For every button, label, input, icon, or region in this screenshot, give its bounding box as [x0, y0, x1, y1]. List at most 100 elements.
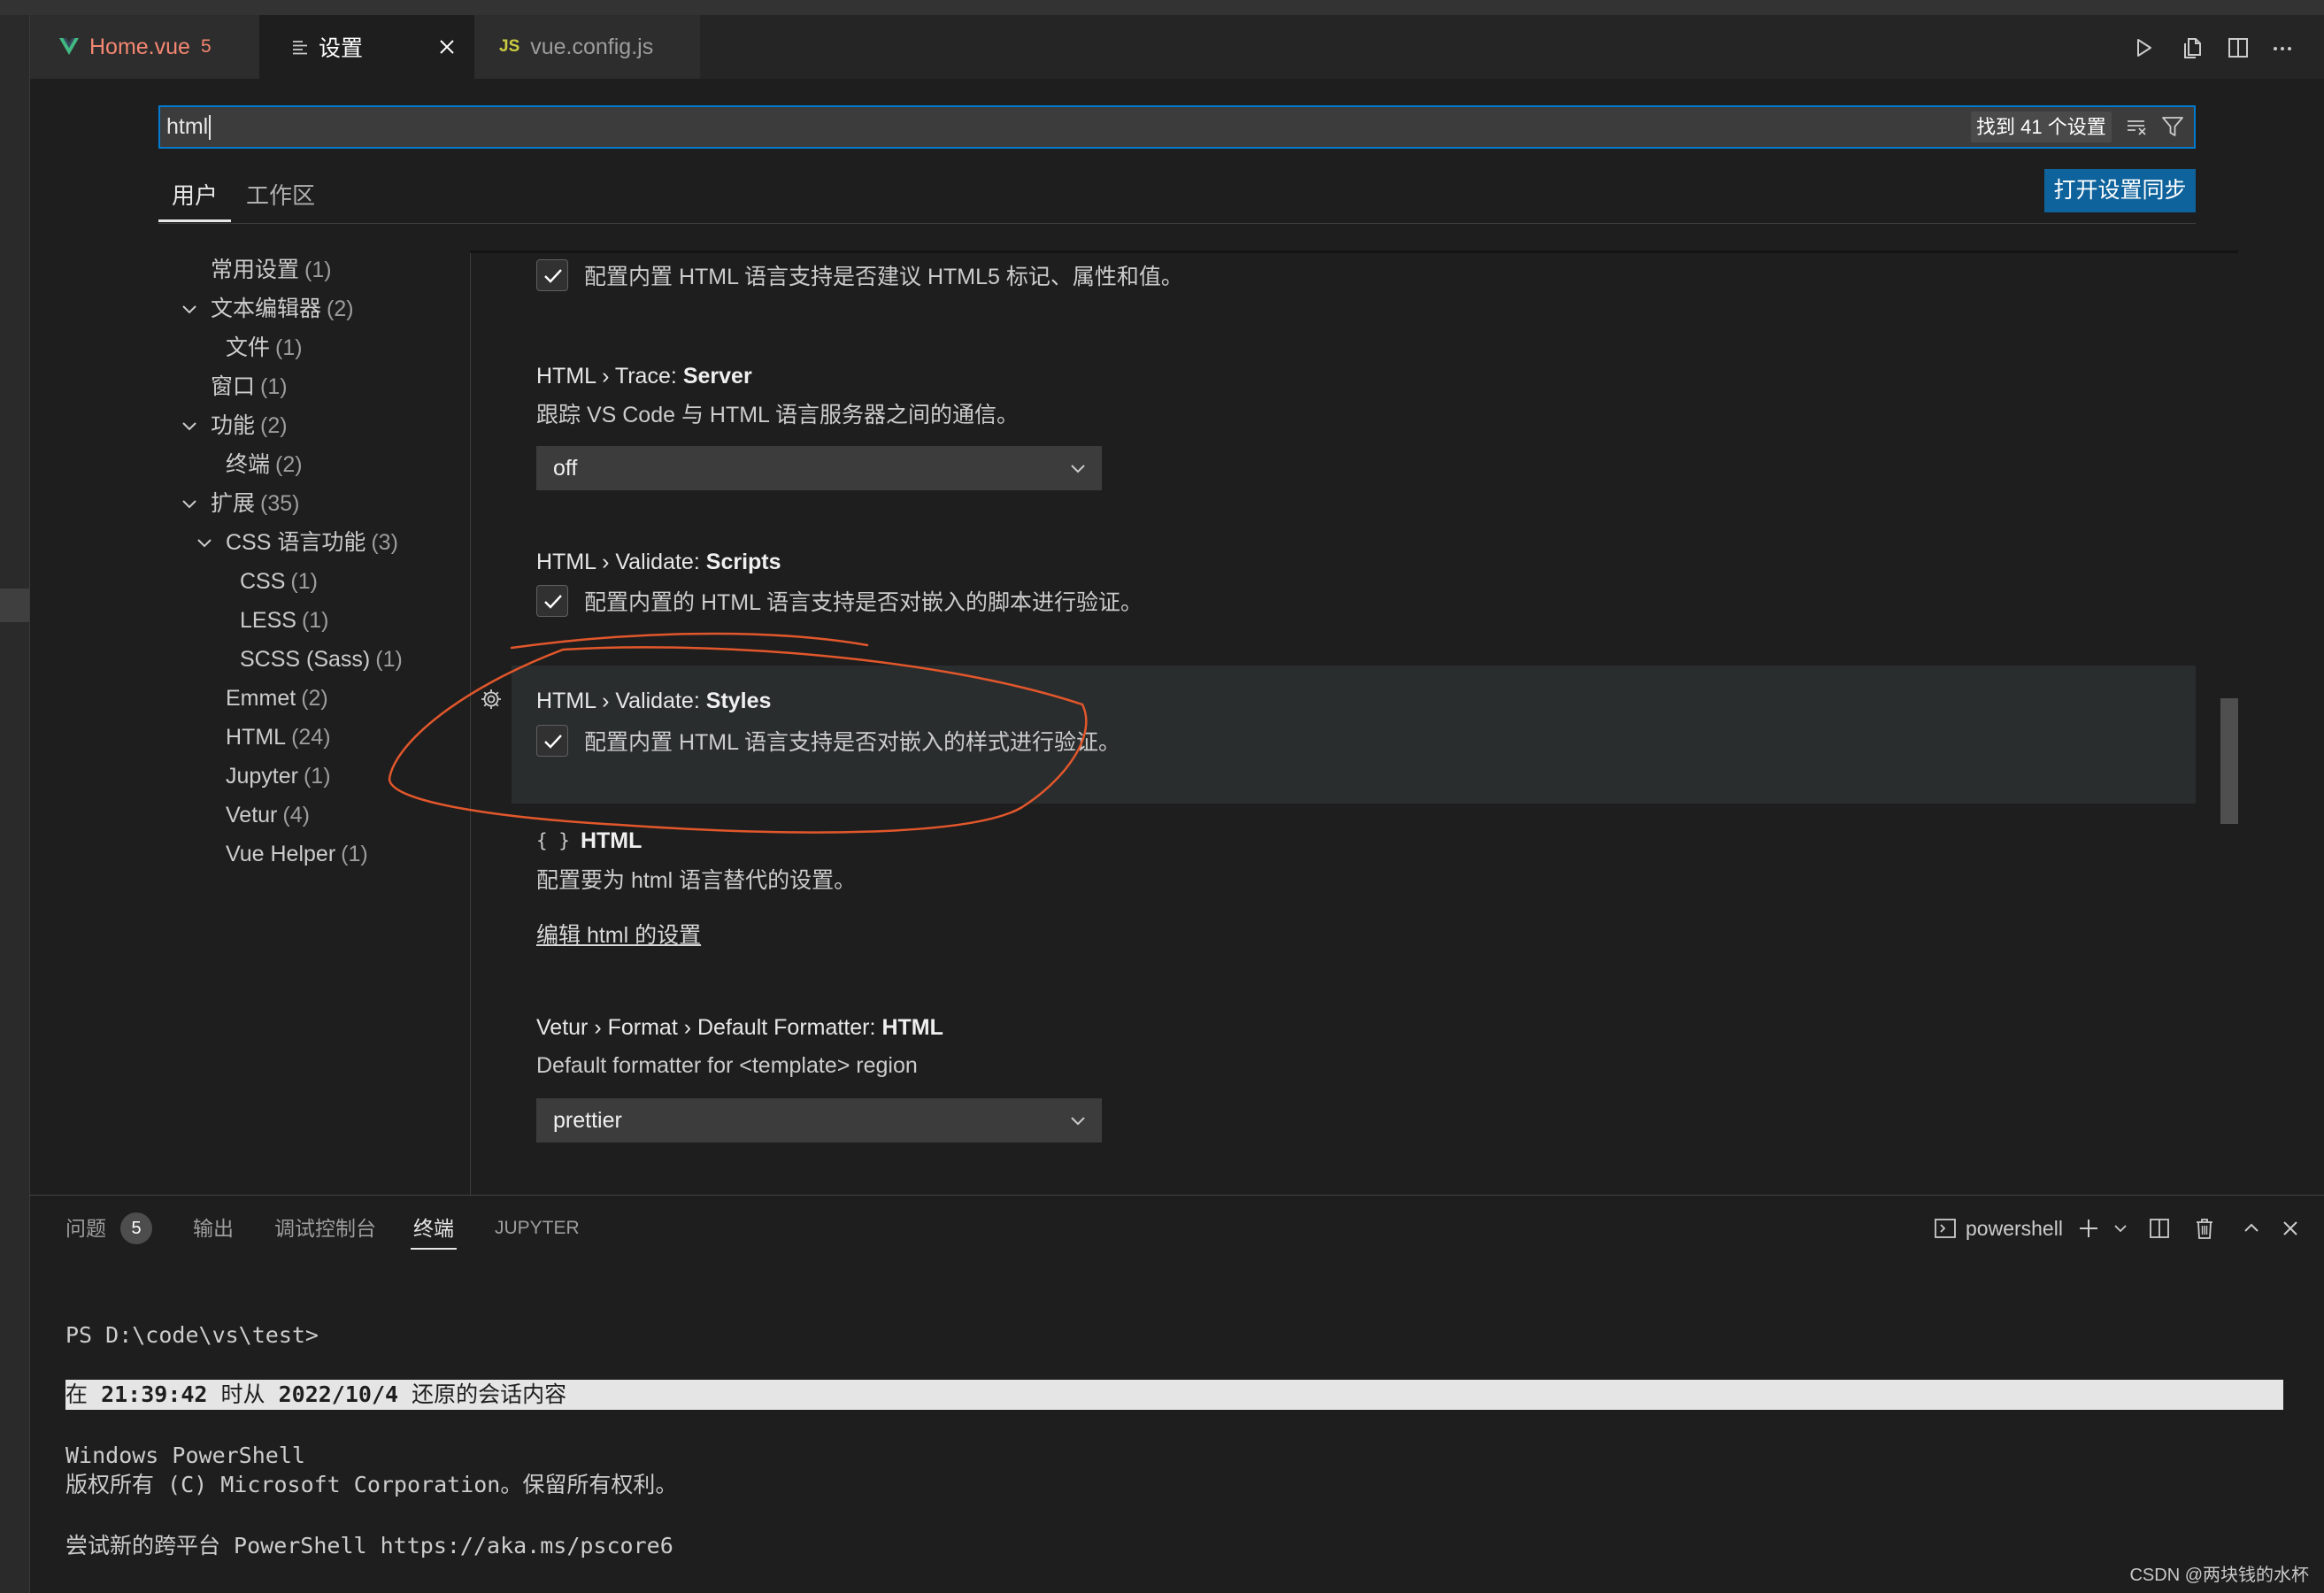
- run-icon[interactable]: [2131, 35, 2156, 60]
- setting-key: Server: [682, 364, 752, 389]
- chevron-down-icon[interactable]: [194, 532, 215, 553]
- toc-item-emmet[interactable]: Emmet (2): [158, 679, 470, 718]
- checkmark-icon: [544, 735, 562, 749]
- split-editor-icon[interactable]: [2226, 35, 2251, 60]
- panel-tab-debug-console[interactable]: 调试控制台: [274, 1213, 376, 1243]
- toc-item-vetur[interactable]: Vetur (4): [158, 796, 470, 835]
- add-terminal-icon[interactable]: [2076, 1216, 2101, 1241]
- active-panel-tab-underline: [411, 1248, 457, 1250]
- setting-checkbox[interactable]: [536, 259, 568, 291]
- setting-description: 跟踪 VS Code 与 HTML 语言服务器之间的通信。: [536, 403, 1019, 427]
- toc-count: (3): [371, 530, 398, 555]
- clear-filter-icon[interactable]: [2125, 114, 2150, 139]
- braces-icon: { }: [536, 830, 570, 851]
- notice-date: 2022/10/4: [278, 1381, 399, 1407]
- setting-key: Styles: [705, 689, 772, 713]
- tab-vue-config-js[interactable]: JS vue.config.js: [474, 15, 700, 79]
- trace-server-select[interactable]: off: [536, 446, 1102, 490]
- setting-category: Vetur › Format › Default Formatter:: [536, 1015, 876, 1040]
- chevron-down-icon[interactable]: [179, 298, 200, 319]
- toc-count: (24): [291, 725, 331, 750]
- gear-icon[interactable]: [479, 687, 504, 712]
- activity-bar-active-item[interactable]: [0, 589, 29, 622]
- setting-validate-styles: 配置内置 HTML 语言支持是否对嵌入的样式进行验证。: [536, 725, 1120, 757]
- setting-checkbox[interactable]: [536, 725, 568, 757]
- setting-category: HTML › Validate:: [536, 689, 700, 713]
- toc-item-html[interactable]: HTML (24): [158, 718, 470, 757]
- terminal-profile-name[interactable]: powershell: [1966, 1213, 2063, 1243]
- settings-search-box[interactable]: html 找到 41 个设置: [158, 105, 2196, 149]
- trash-icon[interactable]: [2192, 1216, 2217, 1241]
- toc-count: (1): [375, 647, 403, 672]
- toc-count: (1): [275, 335, 303, 360]
- toc-label: Emmet: [226, 686, 296, 711]
- tab-user[interactable]: 用户: [172, 181, 218, 211]
- chevron-down-icon[interactable]: [179, 415, 200, 436]
- tab-problem-count: 5: [200, 36, 212, 57]
- toc-item-window[interactable]: 窗口 (1): [158, 367, 470, 406]
- setting-checkbox[interactable]: [536, 585, 568, 617]
- setting-key: HTML: [881, 1015, 943, 1040]
- tab-settings[interactable]: 设置: [259, 15, 474, 79]
- toc-label: 常用设置: [211, 258, 300, 282]
- problems-count-badge: 5: [120, 1212, 152, 1244]
- panel-tab-terminal[interactable]: 终端: [413, 1213, 454, 1243]
- edit-html-settings-link[interactable]: 编辑 html 的设置: [536, 920, 701, 950]
- filter-icon[interactable]: [2160, 114, 2185, 139]
- toc-item-less[interactable]: LESS (1): [158, 601, 470, 640]
- split-terminal-icon[interactable]: [2147, 1216, 2172, 1241]
- more-actions-icon[interactable]: [2270, 35, 2295, 60]
- panel-tab-output[interactable]: 输出: [193, 1213, 234, 1243]
- maximize-panel-icon[interactable]: [2239, 1216, 2264, 1241]
- tab-workspace[interactable]: 工作区: [246, 181, 315, 211]
- text-caret: [209, 114, 212, 140]
- title-bar: [0, 0, 2324, 15]
- toc-label: 终端: [226, 452, 271, 477]
- search-input[interactable]: html: [166, 107, 212, 147]
- toc-item-css-language[interactable]: CSS 语言功能 (3): [158, 523, 470, 562]
- toc-item-jupyter[interactable]: Jupyter (1): [158, 757, 470, 796]
- panel-tab-jupyter[interactable]: JUPYTER: [495, 1213, 580, 1243]
- toc-label: 窗口: [211, 374, 256, 399]
- settings-scrollbar[interactable]: [2220, 698, 2238, 824]
- toc-item-extensions[interactable]: 扩展 (35): [158, 484, 470, 523]
- setting-description: 配置内置 HTML 语言支持是否建议 HTML5 标记、属性和值。: [584, 265, 1183, 289]
- settings-list-top-shadow: [470, 250, 2238, 253]
- toc-label: SCSS (Sass): [240, 647, 371, 672]
- toc-label: CSS: [240, 569, 286, 594]
- open-settings-json-icon[interactable]: [2180, 35, 2205, 60]
- setting-description: Default formatter for <template> region: [536, 1053, 918, 1078]
- setting-title: HTML › Validate: Styles: [536, 686, 771, 716]
- toc-item-text-editor[interactable]: 文本编辑器 (2): [158, 289, 470, 328]
- terminal-dropdown-icon[interactable]: [2108, 1216, 2133, 1241]
- toc-item-scss[interactable]: SCSS (Sass) (1): [158, 640, 470, 679]
- setting-key: HTML: [580, 828, 643, 853]
- toc-label: LESS: [240, 608, 296, 633]
- toc-item-vue-helper[interactable]: Vue Helper (1): [158, 835, 470, 873]
- toc-label: 文件: [226, 335, 271, 360]
- terminal-icon[interactable]: [1933, 1216, 1958, 1241]
- close-panel-icon[interactable]: [2278, 1216, 2303, 1241]
- toc-label: Vue Helper: [226, 842, 336, 866]
- toc-item-common[interactable]: 常用设置 (1): [158, 250, 470, 289]
- setting-title: HTML › Validate: Scripts: [536, 547, 781, 577]
- toc-item-terminal[interactable]: 终端 (2): [158, 445, 470, 484]
- open-settings-sync-button[interactable]: 打开设置同步: [2044, 169, 2196, 212]
- toc-item-files[interactable]: 文件 (1): [158, 328, 470, 367]
- setting-category: HTML › Validate:: [536, 550, 700, 574]
- toc-item-features[interactable]: 功能 (2): [158, 406, 470, 445]
- setting-description: 配置内置 HTML 语言支持是否对嵌入的样式进行验证。: [584, 730, 1121, 755]
- toc-label: 扩展: [211, 491, 256, 516]
- default-formatter-select[interactable]: prettier: [536, 1098, 1102, 1143]
- terminal-line: 版权所有 (C) Microsoft Corporation。保留所有权利。: [65, 1472, 678, 1497]
- setting-description: 配置要为 html 语言替代的设置。: [536, 868, 857, 893]
- chevron-down-icon[interactable]: [179, 493, 200, 514]
- panel-tab-problems[interactable]: 问题: [65, 1213, 106, 1243]
- close-icon[interactable]: [435, 35, 459, 59]
- toc-item-css[interactable]: CSS (1): [158, 562, 470, 601]
- tab-home-vue[interactable]: Home.vue 5: [30, 15, 259, 79]
- setting-category: HTML › Trace:: [536, 364, 677, 389]
- toc-count: (1): [341, 842, 368, 866]
- editor-tabs-bar: Home.vue 5 设置 JS vue.config.js: [30, 15, 2324, 79]
- activity-bar: [0, 15, 30, 1593]
